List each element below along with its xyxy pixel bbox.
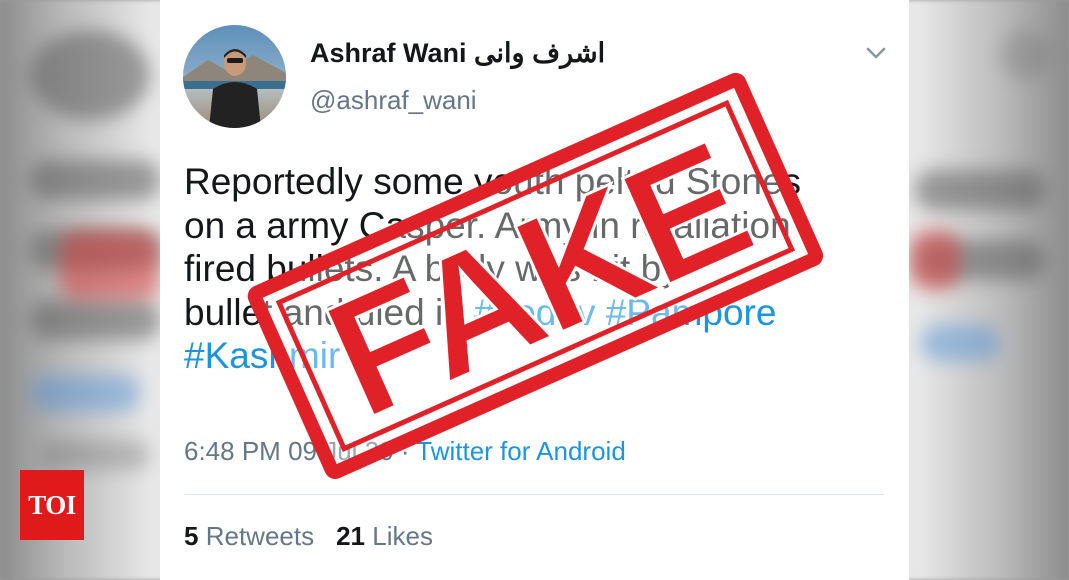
hashtag-kashmir[interactable]: #Kashmir	[184, 335, 340, 376]
tweet-text-line-start: bullet and died in	[184, 291, 475, 333]
retweets-stat[interactable]: 5 Retweets	[184, 521, 314, 551]
retweets-count: 5	[184, 521, 199, 551]
avatar[interactable]	[183, 25, 286, 128]
divider	[184, 494, 884, 495]
tweet-date[interactable]: 09 Jul 20	[288, 436, 394, 466]
likes-label: Likes	[372, 521, 433, 551]
tweet-text: Reportedly some youth pelted Stones on a…	[184, 160, 884, 378]
display-name[interactable]: Ashraf Wani اشرف وانی	[310, 38, 605, 69]
toi-logo: TOI	[20, 470, 84, 540]
chevron-down-icon[interactable]	[863, 40, 889, 66]
tweet-time[interactable]: 6:48 PM	[184, 436, 281, 466]
likes-stat[interactable]: 21 Likes	[336, 521, 433, 551]
likes-count: 21	[336, 521, 366, 551]
tweet-text-line: #Kashmir	[184, 334, 884, 378]
dot-separator: ·	[400, 436, 417, 466]
tweet-text-line: Reportedly some youth pelted Stones	[184, 161, 802, 202]
tweet-card: Ashraf Wani اشرف وانی @ashraf_wani Repor…	[160, 0, 909, 580]
hashtag-link[interactable]: #Ledov #Pampore	[474, 292, 776, 333]
tweet-source-link[interactable]: Twitter for Android	[416, 436, 626, 466]
user-handle[interactable]: @ashraf_wani	[310, 85, 477, 116]
tweet-text-line: bullet and died in #Ledov #Pampore	[184, 291, 884, 335]
tweet-text-line: fired bullets. A body was hit by	[184, 248, 680, 289]
tweet-text-line: on a army Casper. Army in retaliation	[184, 204, 791, 246]
retweets-label: Retweets	[205, 521, 315, 551]
tweet-stats: 5 Retweets 21 Likes	[184, 521, 433, 552]
tweet-metadata: 6:48 PM 09 Jul 20 · Twitter for Android	[184, 436, 626, 467]
